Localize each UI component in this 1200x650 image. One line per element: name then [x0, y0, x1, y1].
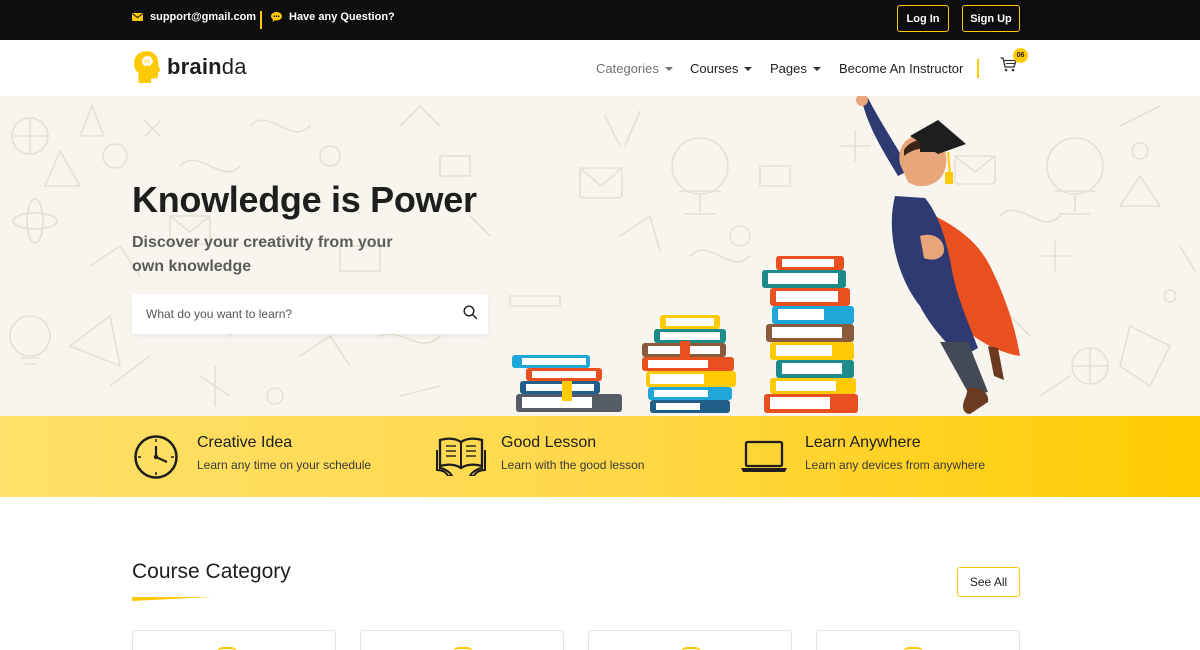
topbar-divider: [260, 11, 262, 29]
support-email[interactable]: support@gmail.com: [132, 11, 256, 23]
main-nav: brainda Categories Courses Pages Become …: [0, 40, 1200, 96]
nav-categories[interactable]: Categories: [596, 61, 673, 76]
course-category-title: Course Category: [132, 560, 291, 583]
question-link[interactable]: Have any Question?: [271, 11, 395, 23]
search-input[interactable]: [132, 294, 452, 334]
category-card[interactable]: [360, 630, 564, 650]
chevron-down-icon: [812, 67, 821, 71]
feature-title: Good Lesson: [501, 434, 597, 451]
chevron-down-icon: [744, 67, 753, 71]
feature-description: Learn any devices from anywhere: [805, 458, 986, 472]
laptop-icon: [741, 440, 787, 472]
mail-icon: [132, 13, 143, 21]
category-card[interactable]: [132, 630, 336, 650]
cart-count-badge: 06: [1013, 48, 1028, 63]
category-card[interactable]: [816, 630, 1020, 650]
brain-head-icon: [134, 51, 161, 83]
nav-divider: [977, 59, 979, 78]
feature-strip: Creative Idea Learn any time on your sch…: [0, 416, 1200, 497]
see-all-button[interactable]: See All: [957, 567, 1020, 597]
hero-subtitle: Discover your creativity from your own k…: [132, 234, 393, 275]
clock-icon: [134, 435, 178, 479]
nav-pages-label: Pages: [770, 61, 807, 76]
nav-become-instructor-label: Become An Instructor: [839, 61, 964, 76]
brand-name-rest: da: [221, 54, 247, 79]
nav-categories-label: Categories: [596, 61, 659, 76]
nav-courses-label: Courses: [690, 61, 739, 76]
flying-graduate: [856, 96, 1020, 414]
brand-logo[interactable]: brainda: [132, 50, 247, 84]
signup-button[interactable]: Sign Up: [962, 5, 1020, 32]
feature-title: Learn Anywhere: [805, 434, 921, 451]
nav-courses[interactable]: Courses: [690, 61, 753, 76]
feature-description: Learn any time on your schedule: [197, 458, 372, 472]
hero-banner: Knowledge is Power Discover your creativ…: [0, 96, 1200, 416]
chat-bubble-icon: [271, 12, 282, 22]
brand-name-bold: brain: [167, 54, 222, 79]
graduate-books-illustration: [512, 96, 1020, 414]
nav-become-instructor[interactable]: Become An Instructor: [839, 61, 963, 76]
hero-title: Knowledge is Power: [132, 179, 477, 220]
login-button[interactable]: Log In: [897, 5, 949, 32]
feature-title: Creative Idea: [197, 434, 293, 451]
book-stack-middle: [642, 315, 736, 413]
question-text: Have any Question?: [289, 11, 395, 23]
title-underline: [132, 597, 212, 601]
nav-pages[interactable]: Pages: [770, 61, 821, 76]
feature-creative-idea: Creative Idea Learn any time on your sch…: [132, 434, 412, 479]
feature-good-lesson: Good Lesson Learn with the good lesson: [436, 434, 716, 479]
top-bar: support@gmail.com Have any Question? Log…: [0, 0, 1200, 40]
book-stack-left: [512, 355, 622, 412]
support-email-text: support@gmail.com: [150, 11, 257, 23]
category-card[interactable]: [588, 630, 792, 650]
hero-search-box: [132, 294, 488, 334]
book-stack-right: [762, 256, 858, 413]
search-icon[interactable]: [463, 305, 478, 320]
feature-learn-anywhere: Learn Anywhere Learn any devices from an…: [740, 434, 1040, 479]
open-book-icon: [436, 437, 486, 476]
feature-description: Learn with the good lesson: [501, 458, 645, 472]
chevron-down-icon: [664, 67, 673, 71]
brand-name: brainda: [167, 54, 247, 80]
